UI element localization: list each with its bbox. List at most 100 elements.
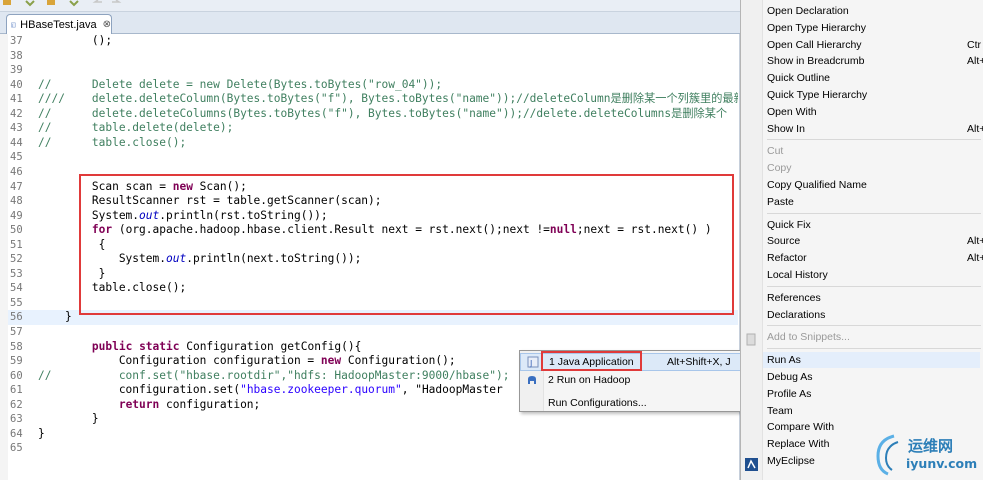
context-menu-item-label: Source <box>767 235 801 248</box>
line-number: 47 <box>10 180 23 193</box>
code-line[interactable]: 37 (); <box>8 34 738 49</box>
menu-separator <box>767 139 981 141</box>
line-number: 65 <box>10 442 23 455</box>
context-menu: Open Declaration Open Type Hierarchy Open … <box>740 0 983 480</box>
editor-ruler <box>0 34 8 480</box>
hadoop-elephant-icon <box>528 376 536 384</box>
context-menu-item-refactor[interactable]: Refactor Alt+ <box>767 250 983 266</box>
context-menu-item-label: Open Call Hierarchy <box>767 38 862 51</box>
context-menu-item-label: Open With <box>767 105 817 118</box>
context-menu-item-label: Debug As <box>767 371 813 383</box>
line-number: 52 <box>10 253 23 266</box>
context-menu-item-cut[interactable]: Cut <box>767 143 983 159</box>
menu-separator <box>767 285 981 287</box>
code-line[interactable]: 38 <box>8 49 738 64</box>
context-menu-item-show-in-breadcrumb[interactable]: Show in Breadcrumb Alt+ <box>767 53 983 69</box>
context-menu-item-label: Quick Outline <box>767 72 831 85</box>
context-menu-item-open-call-hierarchy[interactable]: Open Call Hierarchy Ctr <box>767 37 983 53</box>
line-number: 41 <box>10 93 23 106</box>
code-text: // conf.set("hbase.rootdir","hdfs: Hadoo… <box>38 368 510 382</box>
context-menu-item-shortcut: Ctr <box>967 38 981 51</box>
line-number: 38 <box>10 49 23 62</box>
context-menu-item-label: Add to Snippets... <box>767 331 850 344</box>
code-line[interactable]: 57 <box>8 325 738 340</box>
context-menu-item-open-type-hierarchy[interactable]: Open Type Hierarchy <box>767 20 983 36</box>
code-text: } <box>38 426 45 440</box>
line-number: 42 <box>10 107 23 120</box>
toolbar-arrow-icon[interactable] <box>68 0 80 8</box>
context-menu-item-profile-as[interactable]: Profile As <box>767 386 983 402</box>
line-number: 46 <box>10 165 23 178</box>
line-number: 59 <box>10 355 23 368</box>
code-line[interactable]: 42 // delete.deleteColumns(Bytes.toBytes(… <box>8 107 738 122</box>
editor-tab[interactable]: J HBaseTest.java ⊗ <box>6 14 112 34</box>
context-menu-item-label: Open Type Hierarchy <box>767 21 867 34</box>
toolbar-icon[interactable] <box>2 0 14 8</box>
back-icon[interactable] <box>92 0 104 8</box>
toolbar-arrow-icon[interactable] <box>24 0 36 8</box>
line-number: 61 <box>10 384 23 397</box>
code-line[interactable]: 43 // table.delete(delete); <box>8 121 738 136</box>
code-text: //// delete.deleteColumn(Bytes.toBytes("… <box>38 92 738 106</box>
context-menu-item-label: Quick Fix <box>767 218 811 231</box>
context-menu-item-open-declaration[interactable]: Open Declaration <box>767 3 983 19</box>
context-menu-item-show-in[interactable]: Show In Alt+S <box>767 121 983 137</box>
line-number: 43 <box>10 122 23 135</box>
code-line[interactable]: 65 <box>8 441 738 456</box>
toolbar-icon[interactable] <box>46 0 58 8</box>
code-line[interactable]: 40 // Delete delete = new Delete(Bytes.to… <box>8 78 738 93</box>
context-menu-item-run-as[interactable]: Run As <box>763 352 980 369</box>
code-line[interactable]: 64} <box>8 427 738 442</box>
context-menu-item-copy[interactable]: Copy <box>767 160 983 176</box>
context-menu-item-label: Local History <box>767 269 828 281</box>
code-text: // delete.deleteColumns(Bytes.toBytes("f… <box>38 106 728 120</box>
line-number: 37 <box>10 35 23 47</box>
context-menu-item-label: References <box>767 291 821 304</box>
line-number: 56 <box>10 311 23 324</box>
watermark: 运维网 iyunv.com <box>872 432 983 480</box>
context-menu-item-quick-type-hierarchy[interactable]: Quick Type Hierarchy <box>767 87 983 103</box>
context-menu-item-label: Refactor <box>767 252 807 265</box>
context-menu-item-team[interactable]: Team <box>767 403 983 419</box>
context-menu-item-label: Cut <box>767 145 784 158</box>
code-text: // Delete delete = new Delete(Bytes.toBy… <box>38 77 443 91</box>
context-menu-item-source[interactable]: Source Alt+ <box>767 233 983 249</box>
context-menu-item-references[interactable]: References <box>767 290 983 306</box>
context-menu-item-paste[interactable]: Paste <box>767 194 983 210</box>
submenu-item-run-configurations[interactable]: Run Configurations... <box>520 394 741 412</box>
line-number: 63 <box>10 413 23 426</box>
context-menu-item-local-history[interactable]: Local History <box>767 267 983 283</box>
submenu-item-run-on-hadoop[interactable]: 2 Run on Hadoop <box>520 371 741 389</box>
line-number: 45 <box>10 151 23 164</box>
context-menu-item-label: Declarations <box>767 308 826 321</box>
code-text: (); <box>38 34 113 47</box>
context-menu-item-label: Compare With <box>767 421 835 434</box>
code-line[interactable]: 63 } <box>8 412 738 427</box>
code-line[interactable]: 44 // table.close(); <box>8 136 738 151</box>
code-line[interactable]: 39 <box>8 63 738 78</box>
context-menu-item-quick-fix[interactable]: Quick Fix <box>767 217 983 233</box>
context-menu-item-label: Profile As <box>767 387 812 400</box>
context-menu-item-declarations[interactable]: Declarations <box>767 307 983 323</box>
line-number: 53 <box>10 267 23 280</box>
forward-icon[interactable] <box>110 0 122 8</box>
context-menu-item-add-to-snippets[interactable]: Add to Snippets... <box>767 329 983 345</box>
close-icon[interactable]: ⊗ <box>103 19 111 30</box>
context-menu-item-label: Open Declaration <box>767 5 849 17</box>
context-menu-item-label: Quick Type Hierarchy <box>767 89 868 101</box>
code-line[interactable]: 41 //// delete.deleteColumn(Bytes.toBytes… <box>8 92 738 107</box>
context-menu-item-label: Replace With <box>767 438 830 451</box>
line-number: 54 <box>10 282 23 295</box>
context-menu-item-label: Team <box>767 404 793 417</box>
context-menu-item-open-with[interactable]: Open With <box>767 104 983 120</box>
code-line[interactable]: 45 <box>8 150 738 165</box>
context-menu-item-quick-outline[interactable]: Quick Outline <box>767 70 983 86</box>
context-menu-item-debug-as[interactable]: Debug As <box>767 369 983 385</box>
line-number: 51 <box>10 238 23 251</box>
line-number: 57 <box>10 326 23 338</box>
line-number: 49 <box>10 209 23 222</box>
watermark-logo-icon <box>876 434 899 476</box>
line-number: 50 <box>10 224 23 237</box>
menu-separator <box>767 348 981 350</box>
context-menu-item-copy-qualified-name[interactable]: Copy Qualified Name <box>767 177 983 193</box>
